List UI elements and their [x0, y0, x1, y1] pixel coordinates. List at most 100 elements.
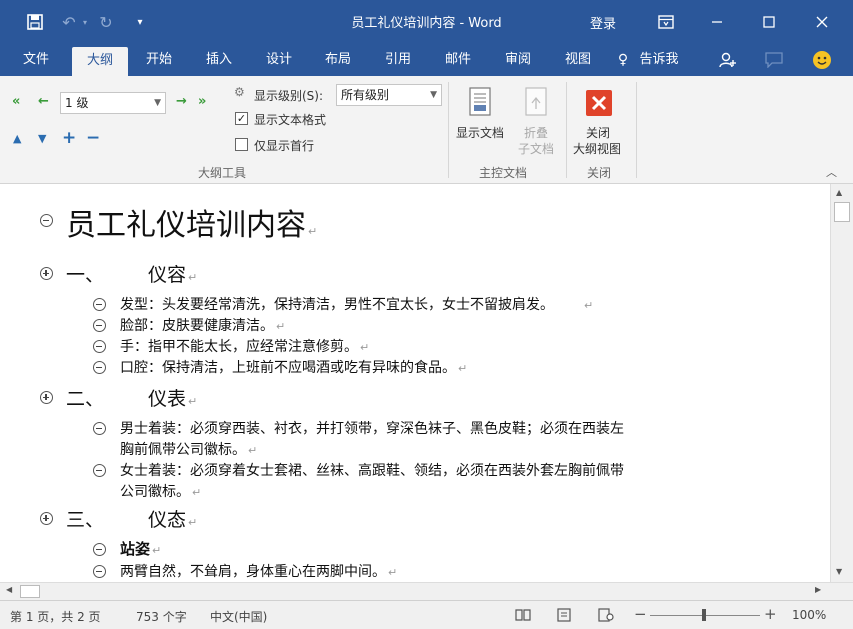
close-outline-view-button[interactable]: 大纲视图: [573, 140, 621, 157]
expand-icon[interactable]: +: [62, 128, 76, 148]
show-level-select[interactable]: 所有级别 ▼: [336, 84, 442, 106]
zoom-slider[interactable]: [650, 609, 760, 621]
list-item: 男士着装：必须穿西装、衬衣，并打领带，穿深色袜子、黑色皮鞋；必须在西装左: [120, 421, 624, 437]
tab-design[interactable]: 设计: [254, 44, 304, 76]
login-button[interactable]: 登录: [590, 13, 616, 32]
heading-number: 三、: [66, 509, 105, 531]
collapse-icon[interactable]: −: [86, 128, 100, 148]
vertical-scrollbar[interactable]: ▲ ▼: [830, 184, 853, 582]
scroll-left-icon[interactable]: ◀: [6, 585, 12, 594]
web-layout-icon[interactable]: [598, 608, 614, 625]
expand-heading-icon[interactable]: [40, 512, 53, 525]
body-text-icon[interactable]: [93, 361, 106, 374]
demote-icon[interactable]: →: [176, 94, 187, 109]
show-level-label: 显示级别(S):: [254, 89, 324, 103]
body-text-icon[interactable]: [93, 464, 106, 477]
show-first-line-label[interactable]: 仅显示首行: [254, 137, 314, 154]
tab-view[interactable]: 视图: [553, 44, 603, 76]
smiley-feedback-icon[interactable]: [810, 44, 834, 76]
scroll-thumb[interactable]: [834, 202, 850, 222]
show-document-button[interactable]: 显示文档: [456, 124, 504, 141]
section-heading: 仪容 ↵: [148, 264, 198, 286]
list-item: 手：指甲不能太长，应经常注意修剪。 ↵: [120, 339, 370, 355]
body-text-icon[interactable]: [93, 340, 106, 353]
show-document-icon[interactable]: [469, 87, 493, 120]
list-item: 女士着装：必须穿着女士套裙、丝袜、高跟鞋、领结，必须在西装外套左胸前佩带: [120, 463, 624, 479]
body-text-icon[interactable]: [93, 422, 106, 435]
group-divider: [448, 82, 449, 178]
paragraph-mark: ↵: [308, 225, 318, 238]
outline-tools-group-label: 大纲工具: [198, 166, 247, 180]
word-count[interactable]: 753 个字: [136, 608, 187, 625]
list-item: 公司徽标。 ↵: [120, 484, 202, 500]
close-outline-view-button[interactable]: 关闭: [586, 124, 610, 141]
paragraph-mark: ↵: [276, 320, 286, 333]
expand-heading-icon[interactable]: [40, 391, 53, 404]
show-text-format-label[interactable]: 显示文本格式: [254, 111, 326, 128]
maximize-icon[interactable]: [752, 0, 786, 44]
list-item: 站姿 ↵: [120, 540, 162, 558]
body-text-icon[interactable]: [93, 319, 106, 332]
demote-to-body-icon[interactable]: »: [198, 94, 206, 109]
section-heading: 仪表 ↵: [148, 388, 198, 410]
document-area[interactable]: 员工礼仪培训内容 ↵ 一、 仪容 ↵ 发型：头发要经常清洗，保持清洁，男性不宜太长，…: [0, 184, 830, 582]
expand-heading-icon[interactable]: [40, 267, 53, 280]
comments-icon[interactable]: [762, 44, 786, 76]
tab-review[interactable]: 审阅: [493, 44, 543, 76]
paragraph-mark: ↵: [248, 444, 258, 457]
zoom-out-icon[interactable]: −: [634, 605, 647, 623]
paragraph-mark: ↵: [388, 566, 398, 579]
show-first-line-checkbox[interactable]: [235, 138, 248, 151]
scroll-up-icon[interactable]: ▲: [836, 188, 842, 197]
horizontal-scroll-thumb[interactable]: [20, 585, 40, 598]
read-mode-icon[interactable]: [515, 608, 531, 625]
print-layout-icon[interactable]: [556, 608, 572, 625]
paragraph-mark: ↵: [152, 544, 162, 557]
paragraph-mark: ↵: [458, 362, 468, 375]
collapse-ribbon-icon[interactable]: ︿: [826, 164, 837, 180]
collapse-heading-icon[interactable]: [40, 214, 53, 227]
body-text-icon[interactable]: [93, 543, 106, 556]
body-text-icon[interactable]: [93, 298, 106, 311]
tab-mailings[interactable]: 邮件: [433, 44, 483, 76]
title-bar: ↶ ▾ ↻ ▾ 员工礼仪培训内容 - Word 登录: [0, 0, 853, 44]
scroll-down-icon[interactable]: ▼: [836, 567, 842, 576]
chevron-down-icon: ▼: [430, 90, 437, 100]
zoom-in-icon[interactable]: +: [764, 605, 777, 623]
language[interactable]: 中文(中国): [210, 608, 267, 625]
tell-me-search[interactable]: 告诉我: [632, 44, 686, 76]
close-outline-view-icon[interactable]: [586, 90, 612, 119]
list-item: 胸前佩带公司徽标。 ↵: [120, 442, 258, 458]
lightbulb-icon[interactable]: ♀: [614, 44, 632, 76]
master-document-group-label: 主控文档: [479, 166, 528, 180]
zoom-slider-thumb[interactable]: [702, 609, 706, 621]
paragraph-mark: ↵: [360, 341, 370, 354]
paragraph-mark: ↵: [584, 299, 594, 312]
show-level-icon: ⚙: [234, 85, 245, 99]
minimize-icon[interactable]: [700, 0, 734, 44]
promote-to-heading1-icon[interactable]: «: [12, 94, 20, 109]
tab-file[interactable]: 文件: [12, 44, 60, 76]
paragraph-mark: ↵: [188, 516, 198, 529]
page-info[interactable]: 第 1 页，共 2 页: [10, 608, 101, 625]
move-up-icon[interactable]: ▲: [13, 132, 21, 145]
tab-layout[interactable]: 布局: [313, 44, 363, 76]
tab-references[interactable]: 引用: [373, 44, 423, 76]
collapse-subdocuments-icon[interactable]: [525, 87, 547, 120]
tab-insert[interactable]: 插入: [194, 44, 244, 76]
collapse-subdocuments-label: 折叠: [524, 126, 549, 140]
promote-icon[interactable]: ←: [38, 94, 49, 109]
tab-outline[interactable]: 大纲: [72, 47, 128, 76]
outline-level-select[interactable]: 1 级 ▼: [60, 92, 166, 114]
scroll-right-icon[interactable]: ▶: [815, 585, 821, 594]
close-window-icon[interactable]: [805, 0, 839, 44]
share-icon[interactable]: [716, 44, 740, 76]
paragraph-mark: ↵: [188, 271, 198, 284]
ribbon-display-options-icon[interactable]: [655, 0, 677, 44]
show-text-format-checkbox[interactable]: ✓: [235, 112, 248, 125]
move-down-icon[interactable]: ▼: [38, 132, 46, 145]
body-text-icon[interactable]: [93, 565, 106, 578]
horizontal-scrollbar[interactable]: ◀ ▶: [0, 582, 853, 600]
zoom-level[interactable]: 100%: [792, 608, 826, 622]
tab-home[interactable]: 开始: [134, 44, 184, 76]
